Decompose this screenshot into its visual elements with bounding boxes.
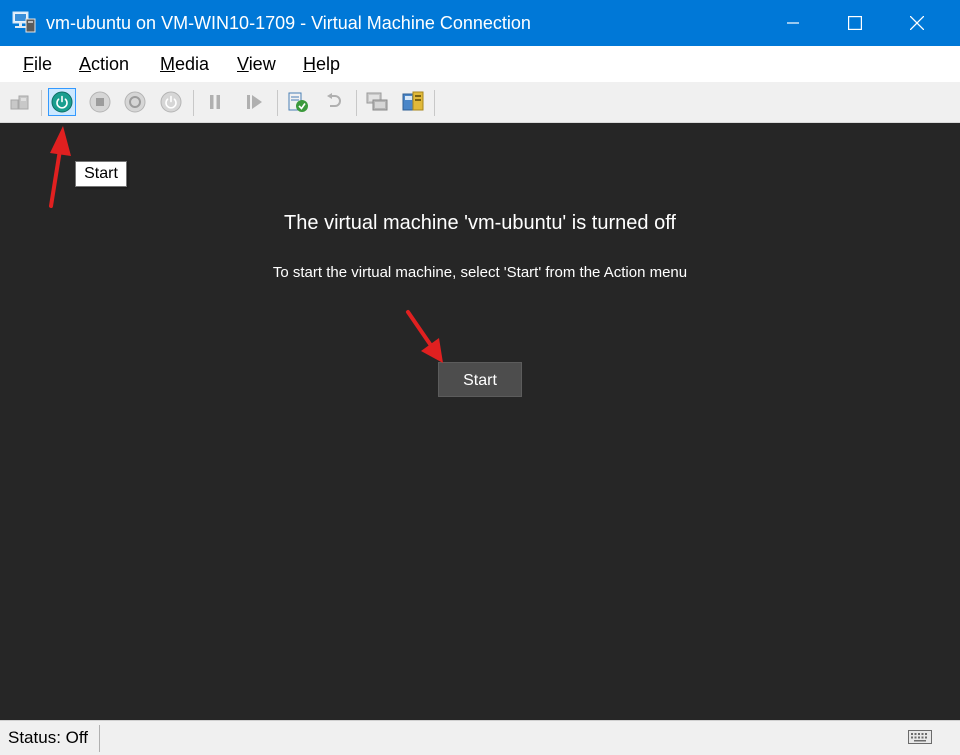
menu-help-label: elp xyxy=(316,54,341,74)
menu-bar: File Action Media View Help xyxy=(0,46,960,82)
title-bar: vm-ubuntu on VM-WIN10-1709 - Virtual Mac… xyxy=(0,0,960,46)
ctrl-alt-del-icon xyxy=(10,95,29,110)
resume-button[interactable] xyxy=(240,88,268,116)
toolbar-separator xyxy=(193,90,194,116)
vm-connection-app-icon xyxy=(12,11,36,33)
menu-file-mnemonic: F xyxy=(23,54,34,74)
menu-file[interactable]: File xyxy=(23,54,52,74)
minimize-button[interactable] xyxy=(762,0,824,46)
annotation-arrow-start-button-icon xyxy=(406,310,443,363)
window-title: vm-ubuntu on VM-WIN10-1709 - Virtual Mac… xyxy=(46,13,531,33)
checkpoint-icon xyxy=(288,92,308,112)
menu-view[interactable]: View xyxy=(237,54,276,74)
minimize-icon xyxy=(787,22,799,24)
checkpoint-button[interactable] xyxy=(284,88,312,116)
enhanced-session-icon xyxy=(366,92,388,111)
integration-icon xyxy=(402,91,424,111)
toolbar-separator xyxy=(434,90,435,116)
menu-media-mnemonic: M xyxy=(160,54,175,74)
start-vm-button[interactable]: Start xyxy=(438,362,522,397)
menu-action[interactable]: Action xyxy=(79,54,129,74)
menu-media-label: edia xyxy=(175,54,210,74)
turn-off-button[interactable] xyxy=(86,88,114,116)
menu-view-label: iew xyxy=(248,54,276,74)
menu-view-mnemonic: V xyxy=(237,54,249,74)
revert-icon xyxy=(327,93,341,107)
close-button[interactable] xyxy=(886,0,948,46)
toolbar-separator xyxy=(356,90,357,116)
vm-off-message-title: The virtual machine 'vm-ubuntu' is turne… xyxy=(284,212,676,234)
integration-services-button[interactable] xyxy=(399,88,427,116)
power-icon xyxy=(160,91,182,113)
start-icon xyxy=(51,91,73,113)
menu-help-mnemonic: H xyxy=(303,54,316,74)
pause-button[interactable] xyxy=(201,88,229,116)
start-button-toolbar[interactable] xyxy=(48,88,76,116)
enhanced-session-button[interactable] xyxy=(363,88,391,116)
menu-help[interactable]: Help xyxy=(303,54,340,74)
maximize-button[interactable] xyxy=(824,0,886,46)
menu-media[interactable]: Media xyxy=(160,54,209,74)
annotation-arrow-toolbar-icon xyxy=(49,126,71,208)
start-tooltip: Start xyxy=(75,161,127,187)
turn-off-icon xyxy=(89,91,111,113)
toolbar xyxy=(0,82,960,123)
toolbar-separator xyxy=(277,90,278,116)
save-state-button[interactable] xyxy=(157,88,185,116)
status-text: Status: Off xyxy=(8,728,89,747)
revert-button[interactable] xyxy=(320,88,348,116)
shut-down-icon xyxy=(124,91,146,113)
status-bar: Status: Off xyxy=(0,720,960,755)
menu-action-mnemonic: A xyxy=(79,54,92,74)
keyboard-icon xyxy=(908,730,932,744)
toolbar-separator xyxy=(41,90,42,116)
menu-file-label: ile xyxy=(34,54,53,74)
status-separator xyxy=(99,725,100,752)
ctrl-alt-del-button[interactable] xyxy=(6,88,34,116)
resume-icon xyxy=(247,95,262,109)
menu-action-label: ction xyxy=(91,54,130,74)
vm-off-message-subtitle: To start the virtual machine, select 'St… xyxy=(272,264,688,281)
maximize-icon xyxy=(848,16,862,30)
close-icon xyxy=(910,16,924,30)
pause-icon xyxy=(210,95,220,109)
shut-down-button[interactable] xyxy=(121,88,149,116)
